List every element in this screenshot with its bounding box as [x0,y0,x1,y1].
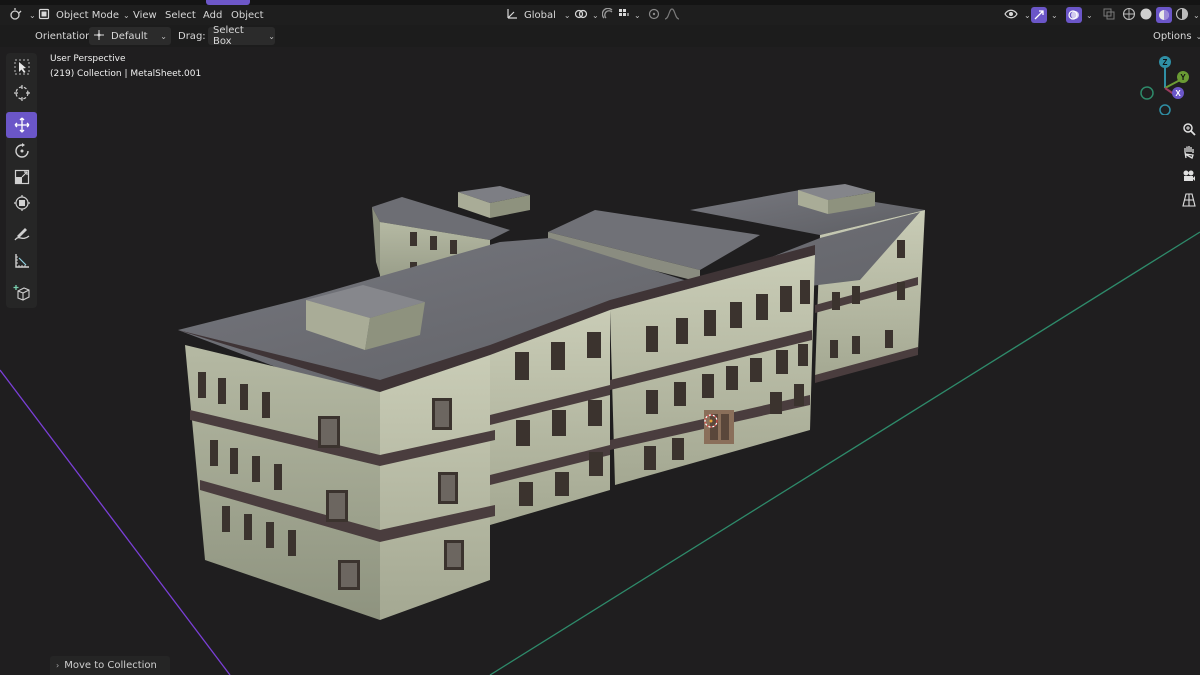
visibility-selector[interactable]: ⌄ [1004,6,1031,24]
xray-toggle[interactable] [1103,6,1115,24]
snap-icon [601,7,614,23]
chevron-down-icon: ⌄ [29,10,36,20]
orientation-dropdown[interactable]: Default ⌄ [89,27,171,45]
left-toolbar [6,53,37,308]
tool-settings-bar: Orientation: Default ⌄ Drag: Select Box … [0,25,1200,47]
rotate-icon[interactable] [6,138,37,164]
mode-selector[interactable]: Object Mode ⌄ [38,6,130,24]
menu-select[interactable]: Select [165,6,196,24]
pan-hand-icon[interactable] [1178,142,1200,162]
chevron-down-icon[interactable]: ⌄ [1193,11,1200,20]
view-name: User Perspective [50,54,126,64]
menu-add[interactable]: Add [203,6,222,24]
grid-icon [618,8,630,23]
transform-icon[interactable] [6,190,37,216]
chevron-down-icon: ⌄ [1195,31,1200,41]
rendered-shading-icon[interactable] [1175,7,1189,24]
editor-type-button[interactable]: ⌄ [9,6,36,24]
options-label: Options [1153,30,1192,42]
xray-icon [1103,8,1115,23]
last-operation-label: Move to Collection [64,660,157,671]
measure-icon[interactable] [6,248,37,274]
snap-toggle[interactable] [601,6,614,24]
cursor-icon[interactable] [6,80,37,106]
drag-label: Drag: [178,30,206,42]
falloff-button[interactable] [664,6,680,24]
zoom-icon[interactable] [1178,119,1200,139]
orientation-value: Default [111,30,148,42]
navigation-gizmo[interactable]: Z Y X [1135,55,1195,116]
collection-info: (219) Collection | MetalSheet.001 [50,69,202,79]
viewport-header: ⌄ Object Mode ⌄ View Select Add Object G… [0,5,1200,25]
building-model [178,184,925,620]
add-cube-icon[interactable] [6,280,37,306]
chevron-down-icon: ⌄ [563,10,571,20]
pivot-icon [574,8,588,23]
transform-orientation-selector[interactable]: Global ⌄ [506,6,571,24]
overlays-toggle[interactable]: ⌄ [1066,6,1093,24]
select-box-icon[interactable] [6,54,37,80]
drag-value: Select Box [213,25,244,47]
wireframe-shading-icon[interactable] [1122,7,1136,24]
last-operation-panel[interactable]: › Move to Collection [50,656,170,675]
orientation-label: Orientation: [35,30,95,42]
solid-shading-icon[interactable] [1139,7,1153,24]
chevron-down-icon: ⌄ [634,10,641,20]
chevron-down-icon: ⌄ [123,10,130,20]
chevron-down-icon: ⌄ [268,31,275,41]
chevron-down-icon: ⌄ [160,31,167,41]
chevron-right-icon: › [56,661,60,670]
chevron-down-icon: ⌄ [1024,10,1031,20]
editor-type-icon [9,7,25,24]
chevron-down-icon: ⌄ [1051,10,1058,20]
shading-mode-group: ⌄ [1122,6,1200,24]
menu-object[interactable]: Object [231,6,264,24]
gizmo-toggle[interactable]: ⌄ [1031,6,1058,24]
drag-dropdown[interactable]: Select Box ⌄ [208,25,275,47]
material-preview-shading-icon[interactable] [1156,7,1172,23]
overlays-icon [1066,7,1082,23]
move-icon[interactable] [6,112,37,138]
annotate-icon[interactable] [6,222,37,248]
chevron-down-icon: ⌄ [1086,10,1093,20]
orientation-icon [93,29,105,44]
object-mode-icon [38,8,50,23]
proportional-edit-icon [648,8,660,23]
3d-viewport[interactable]: User Perspective (219) Collection | Meta… [0,47,1200,675]
transform-orientation-label: Global [524,9,556,21]
eye-icon [1004,8,1020,23]
snap-target-button[interactable]: ⌄ [618,6,641,24]
proportional-edit-toggle[interactable] [648,6,660,24]
camera-icon[interactable] [1178,166,1200,186]
scale-icon[interactable] [6,164,37,190]
gizmo-x-label: X [1175,89,1181,98]
chevron-down-icon: ⌄ [592,10,599,20]
gizmo-icon [1031,7,1047,23]
gizmo-y-label: Y [1180,73,1186,82]
gizmo-z-label: Z [1163,58,1168,67]
menu-view[interactable]: View [133,6,157,24]
perspective-grid-icon[interactable] [1178,190,1200,210]
mode-label: Object Mode [56,9,119,21]
options-dropdown[interactable]: Options ⌄ [1153,27,1200,45]
transform-orientation-icon [506,7,519,23]
scene-canvas [0,184,1200,675]
pivot-point-button[interactable]: ⌄ [574,6,599,24]
falloff-curve-icon [664,7,680,23]
